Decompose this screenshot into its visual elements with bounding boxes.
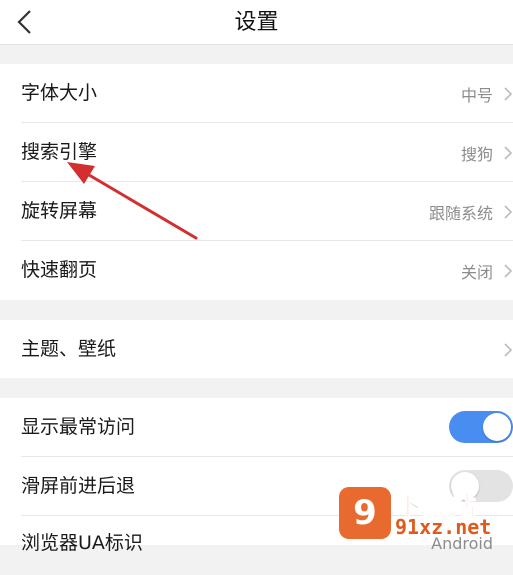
setting-value: 搜狗 [460,145,493,164]
setting-value: 关闭 [460,263,493,282]
page-title: 设置 [234,10,279,35]
setting-label: 主题、壁纸 [21,338,117,360]
chevron-right-icon [504,146,513,160]
setting-label: 显示最常访问 [21,416,136,438]
setting-rotate-screen[interactable]: 旋转屏幕 跟随系统 [0,182,513,241]
setting-label: 字体大小 [21,82,98,104]
watermark-text-bottom: 91xz.net [395,515,492,539]
setting-font-size[interactable]: 字体大小 中号 [0,64,513,123]
toggle-knob [483,413,511,441]
setting-value: 中号 [460,86,493,105]
watermark-mark: 9 [339,487,391,539]
chevron-right-icon [504,343,513,357]
setting-value: 跟随系统 [428,204,493,223]
setting-show-most-visited: 显示最常访问 [0,398,513,457]
setting-label: 快速翻页 [21,259,98,281]
setting-label: 旋转屏幕 [21,200,98,222]
setting-label: 搜索引擎 [21,141,98,163]
settings-group-display: 字体大小 中号 搜索引擎 搜狗 旋转屏幕 跟随系统 快速翻页 关闭 [0,64,513,300]
chevron-right-icon [504,205,513,219]
chevron-right-icon [504,264,513,278]
setting-fast-page-turn[interactable]: 快速翻页 关闭 [0,241,513,300]
header: 设置 [0,0,513,45]
setting-theme-wallpaper[interactable]: 主题、壁纸 [0,320,513,379]
watermark-logo: 9 下载站 91xz.net [339,485,509,543]
setting-label: 浏览器UA标识 [21,532,143,554]
chevron-right-icon [504,87,513,101]
setting-label: 滑屏前进后退 [21,475,136,497]
setting-search-engine[interactable]: 搜索引擎 搜狗 [0,123,513,182]
most-visited-toggle[interactable] [449,411,513,443]
settings-group-theme: 主题、壁纸 [0,320,513,378]
